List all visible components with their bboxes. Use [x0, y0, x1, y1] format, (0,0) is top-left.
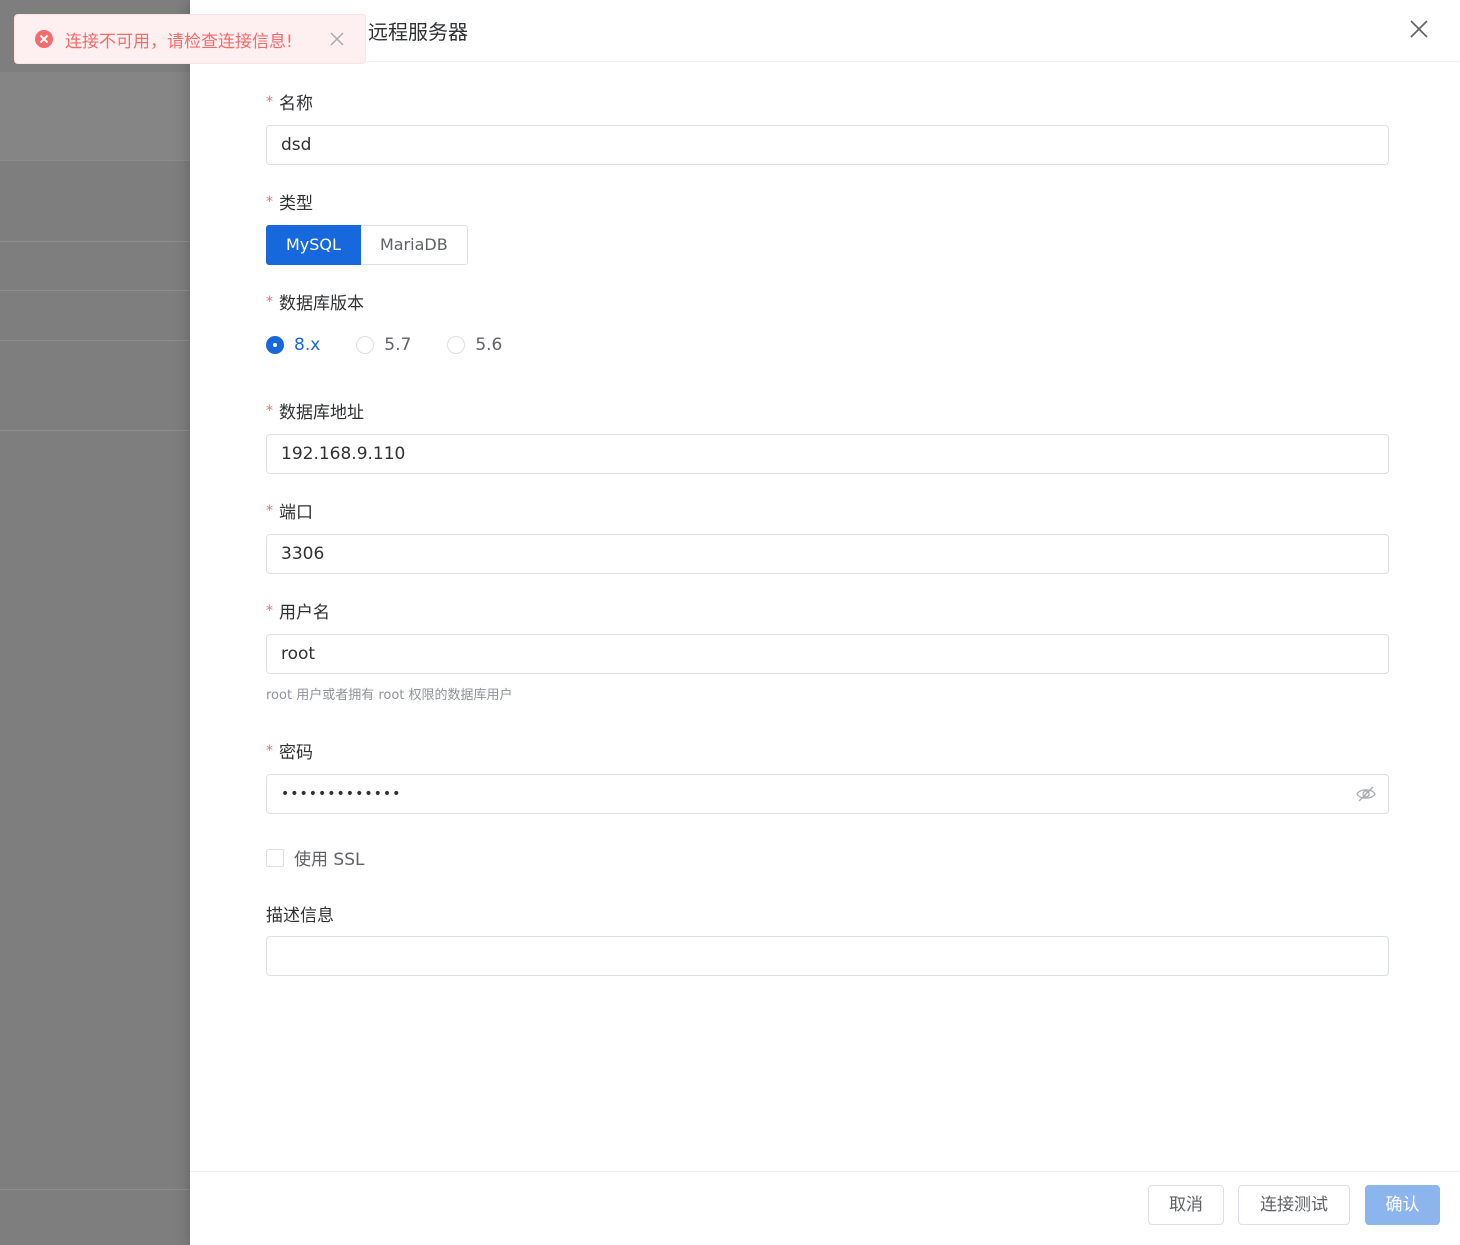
close-icon[interactable]: [329, 31, 345, 47]
background-row: [0, 430, 190, 431]
close-icon: [1410, 20, 1428, 38]
radio-unchecked-icon: [447, 336, 466, 354]
description-input[interactable]: [266, 936, 1389, 976]
drawer-title: 远程服务器: [368, 20, 468, 44]
version-radio-group: 8.x 5.7 5.6: [266, 334, 538, 356]
version-radio-label: 8.x: [294, 335, 321, 355]
background-header: [0, 72, 190, 160]
server-drawer: 远程服务器 * 名称 dsd * 类型 MySQL MariaDB * 数据库版本 8…: [190, 0, 1460, 1245]
type-selector: MySQL MariaDB: [266, 225, 468, 265]
version-radio-8x[interactable]: 8.x: [266, 335, 320, 355]
background-row: [0, 340, 190, 341]
password-input[interactable]: •••••••••••••: [266, 774, 1389, 814]
version-radio-label: 5.6: [475, 335, 503, 355]
eye-off-icon[interactable]: [1356, 785, 1376, 803]
address-input[interactable]: 192.168.9.110: [266, 434, 1389, 474]
toast-message: 连接不可用，请检查连接信息!: [65, 31, 293, 52]
version-radio-56[interactable]: 5.6: [447, 335, 502, 355]
password-label: * 密码: [266, 743, 313, 763]
username-input[interactable]: root: [266, 634, 1389, 674]
version-radio-57[interactable]: 5.7: [356, 335, 411, 355]
ssl-label: 使用 SSL: [294, 850, 365, 870]
drawer-header: 远程服务器: [190, 0, 1460, 62]
background-row: [0, 241, 190, 242]
version-radio-label: 5.7: [384, 335, 412, 355]
type-option-mariadb[interactable]: MariaDB: [360, 225, 468, 265]
name-label: * 名称: [266, 94, 313, 114]
test-connection-button[interactable]: 连接测试: [1238, 1185, 1350, 1225]
checkbox-unchecked-icon: [266, 848, 284, 867]
description-label: 描述信息: [266, 906, 334, 926]
port-label: * 端口: [266, 503, 313, 523]
drawer-footer: 取消 连接测试 确认: [190, 1171, 1460, 1245]
type-label: * 类型: [266, 194, 313, 214]
radio-checked-icon: [266, 336, 284, 354]
background-page: [0, 0, 190, 1245]
cancel-button[interactable]: 取消: [1148, 1185, 1224, 1225]
radio-unchecked-icon: [356, 336, 375, 354]
background-row: [0, 160, 190, 161]
port-input[interactable]: 3306: [266, 534, 1389, 574]
password-value: •••••••••••••: [281, 786, 402, 802]
username-label: * 用户名: [266, 603, 330, 623]
background-row: [0, 290, 190, 291]
confirm-button[interactable]: 确认: [1365, 1185, 1440, 1225]
ssl-checkbox[interactable]: 使用 SSL: [266, 845, 364, 870]
drawer-close-button[interactable]: [1408, 18, 1430, 40]
username-hint: root 用户或者拥有 root 权限的数据库用户: [266, 688, 513, 703]
type-option-mysql[interactable]: MySQL: [266, 225, 361, 265]
version-label: * 数据库版本: [266, 294, 364, 314]
error-circle-icon: [35, 30, 53, 48]
name-input[interactable]: dsd: [266, 125, 1389, 165]
error-toast: 连接不可用，请检查连接信息!: [14, 14, 366, 64]
address-label: * 数据库地址: [266, 403, 364, 423]
background-row: [0, 1189, 190, 1190]
